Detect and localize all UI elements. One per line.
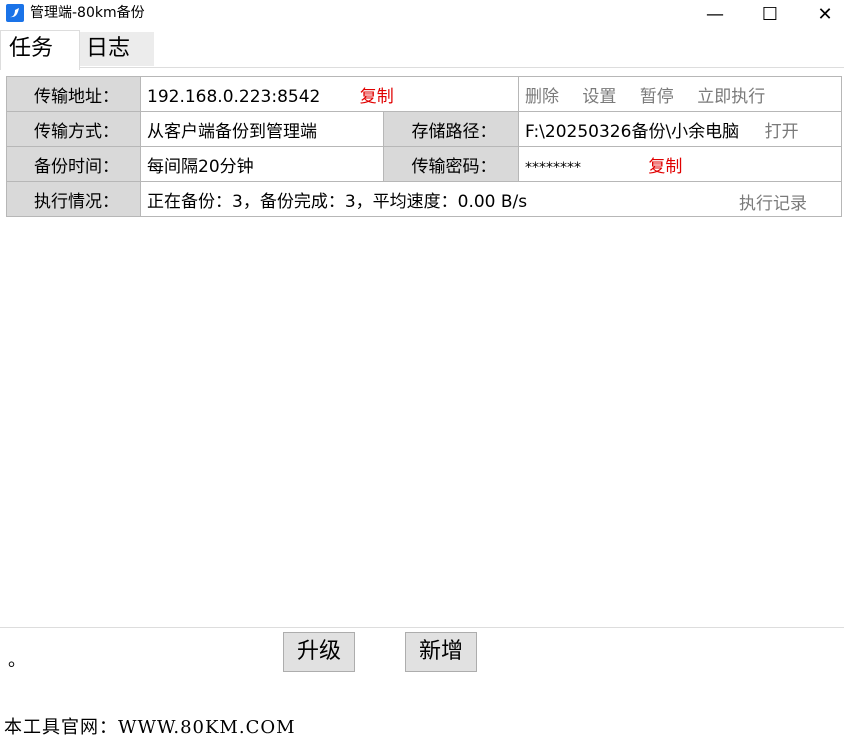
maximize-button[interactable]: ☐	[741, 0, 799, 28]
password-value: ********	[525, 159, 581, 176]
copy-password-link[interactable]: 复制	[648, 157, 682, 177]
address-label: 传输地址：	[6, 76, 141, 112]
upgrade-button[interactable]: 升级	[283, 632, 355, 672]
add-task-button[interactable]: 新增	[405, 632, 477, 672]
time-value: 每间隔20分钟	[140, 146, 384, 182]
history-link[interactable]: 执行记录	[739, 189, 807, 214]
tab-log[interactable]: 日志	[78, 32, 154, 66]
password-cell: ******** 复制	[518, 146, 842, 182]
address-value: 192.168.0.223:8542	[147, 86, 321, 107]
run-now-link[interactable]: 立即执行	[697, 87, 765, 107]
window-title: 管理端-80km备份	[30, 5, 145, 21]
tab-divider	[0, 67, 844, 68]
table-row: 备份时间： 每间隔20分钟 传输密码： ******** 复制	[6, 146, 842, 182]
app-logo-icon	[6, 4, 24, 22]
password-label: 传输密码：	[383, 146, 519, 182]
path-value: F:\20250326备份\小余电脑	[525, 121, 740, 142]
status-cell: 正在备份：3，备份完成：3，平均速度：0.00 B/s 执行记录	[140, 181, 842, 217]
mode-label: 传输方式：	[6, 111, 141, 147]
task-info-table: 传输地址： 192.168.0.223:8542 复制 删除 设置 暂停 立即执…	[6, 76, 842, 217]
bottom-divider	[0, 627, 844, 628]
minimize-button[interactable]: —	[686, 0, 744, 28]
tab-bar: 任务 日志	[0, 30, 844, 70]
status-label: 执行情况：	[6, 181, 141, 217]
path-cell: F:\20250326备份\小余电脑 打开	[518, 111, 842, 147]
tab-task[interactable]: 任务	[0, 30, 80, 70]
table-row: 传输方式： 从客户端备份到管理端 存储路径： F:\20250326备份\小余电…	[6, 111, 842, 147]
status-dot: 。	[8, 650, 26, 671]
path-label: 存储路径：	[383, 111, 519, 147]
time-label: 备份时间：	[6, 146, 141, 182]
actions-cell: 删除 设置 暂停 立即执行	[518, 76, 842, 112]
close-button[interactable]: ✕	[796, 0, 844, 28]
delete-link[interactable]: 删除	[525, 87, 559, 107]
table-row: 执行情况： 正在备份：3，备份完成：3，平均速度：0.00 B/s 执行记录	[6, 181, 842, 217]
table-row: 传输地址： 192.168.0.223:8542 复制 删除 设置 暂停 立即执…	[6, 76, 842, 112]
settings-link[interactable]: 设置	[582, 87, 616, 107]
status-value: 正在备份：3，备份完成：3，平均速度：0.00 B/s	[147, 191, 528, 212]
footer-website: 本工具官网：WWW.80KM.COM	[4, 717, 296, 738]
open-folder-link[interactable]: 打开	[765, 122, 799, 142]
mode-value: 从客户端备份到管理端	[140, 111, 384, 147]
address-cell: 192.168.0.223:8542 复制	[140, 76, 519, 112]
title-bar: 管理端-80km备份 — ☐ ✕	[0, 0, 844, 28]
copy-address-link[interactable]: 复制	[360, 87, 394, 107]
pause-link[interactable]: 暂停	[640, 87, 674, 107]
